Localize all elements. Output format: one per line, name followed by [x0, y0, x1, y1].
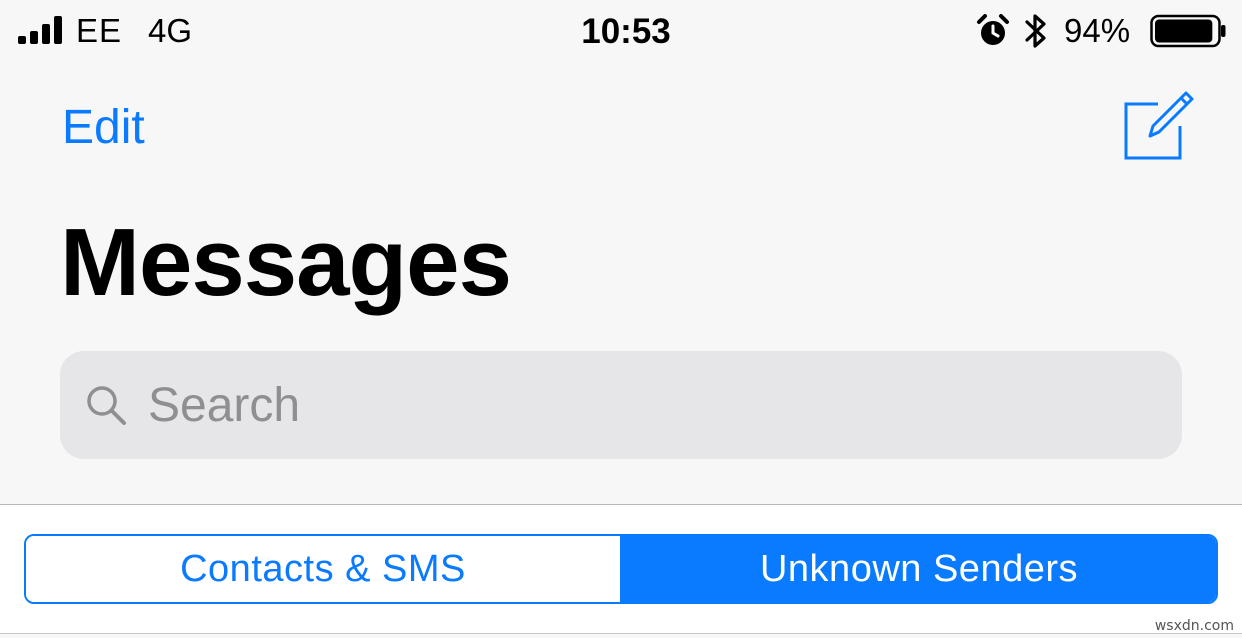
alarm-clock-icon — [977, 14, 1009, 45]
page-title: Messages — [60, 209, 512, 316]
battery-fill — [1155, 19, 1213, 43]
segment-contacts-sms[interactable]: Contacts & SMS — [26, 536, 622, 602]
compose-icon[interactable] — [1120, 88, 1196, 162]
status-bar: EE 4G 10:53 94% — [0, 0, 1242, 70]
search-icon — [87, 386, 126, 425]
search-input[interactable] — [148, 370, 1182, 440]
search-bar[interactable] — [60, 351, 1182, 459]
filter-divider — [0, 633, 1242, 634]
segment-unknown-senders[interactable]: Unknown Senders — [622, 536, 1216, 602]
bluetooth-icon — [1025, 14, 1046, 48]
status-time: 10:53 — [581, 12, 671, 51]
edit-button[interactable]: Edit — [62, 100, 145, 155]
sender-filter-segmented-control: Contacts & SMS Unknown Senders — [24, 534, 1218, 604]
watermark: wsxdn.com — [1154, 618, 1234, 634]
messages-screen: EE 4G 10:53 94% Edit Messages Search Con… — [0, 0, 1242, 638]
battery-percentage: 94% — [1064, 12, 1131, 49]
battery-icon — [1150, 14, 1226, 48]
